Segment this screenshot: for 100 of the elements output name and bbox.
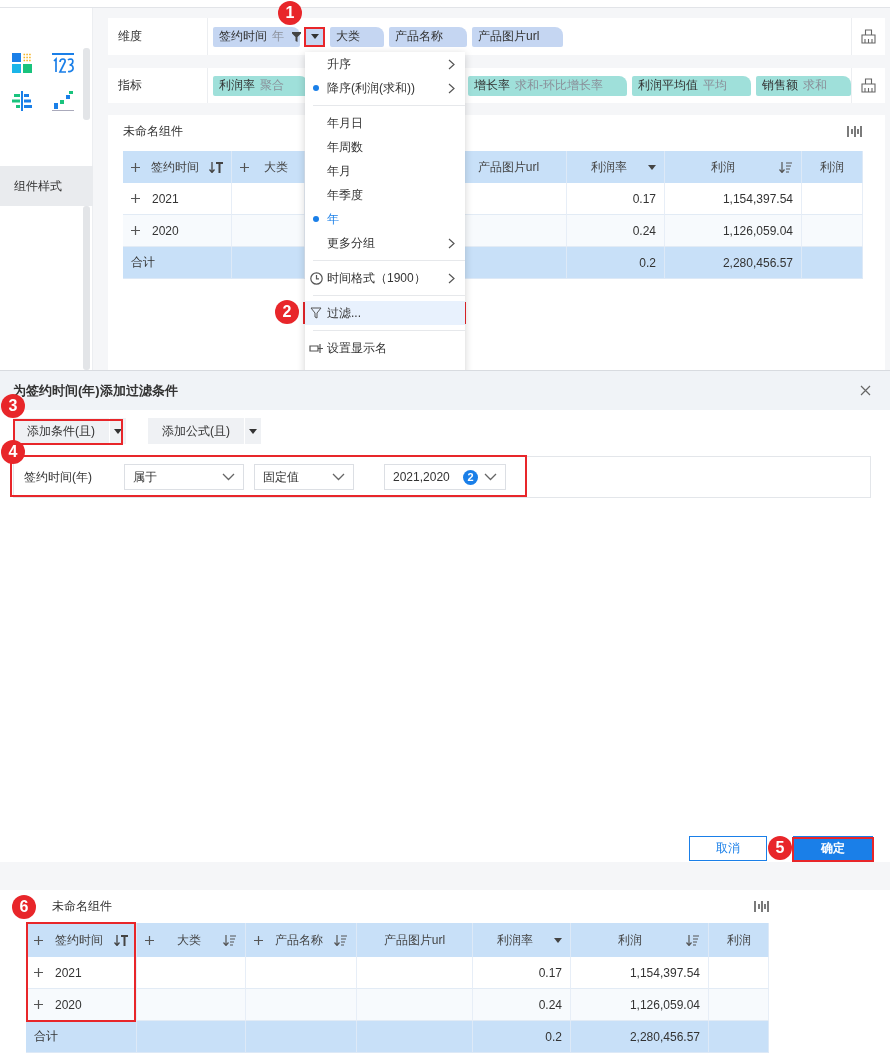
number-icon[interactable] <box>52 53 74 73</box>
cell-text: 0.2 <box>545 1029 562 1044</box>
menu-item[interactable]: 更多分组 <box>305 231 465 255</box>
chevron-right-icon <box>448 272 455 284</box>
chevron-down-icon <box>484 473 497 481</box>
cell-text: 0.24 <box>632 223 656 238</box>
filter-icon <box>310 307 322 319</box>
sort-filter-icon[interactable] <box>114 934 128 946</box>
caret-icon <box>114 428 122 434</box>
cell-text: 2,280,456.57 <box>629 1029 700 1044</box>
layout-icon[interactable] <box>861 29 876 44</box>
chevron-down-icon <box>222 473 235 481</box>
cell-text: 1,126,059.04 <box>629 997 700 1012</box>
scrollbar[interactable] <box>83 206 90 370</box>
column-header[interactable]: 利润 <box>802 151 863 183</box>
plus-icon[interactable] <box>131 226 140 235</box>
widget-title: 未命名组件 <box>123 122 183 140</box>
column-header[interactable]: 签约时间 <box>123 151 232 183</box>
plus-icon[interactable] <box>34 935 43 945</box>
highlight-frame <box>304 27 325 47</box>
plus-icon[interactable] <box>34 968 43 977</box>
column-header[interactable]: 利润 <box>665 151 802 183</box>
value-select[interactable]: 2021,2020 2 <box>384 464 506 490</box>
chevron-down-icon <box>332 473 345 481</box>
column-header[interactable]: 产品名称 <box>246 923 357 957</box>
sort-icon[interactable] <box>223 934 237 946</box>
cell-text: 2,280,456.57 <box>722 255 793 270</box>
cell-text: 1,126,059.04 <box>722 223 793 238</box>
cell-text: 1,154,397.54 <box>629 965 700 980</box>
column-header[interactable]: 利润 <box>709 923 769 957</box>
sort-icon[interactable] <box>779 161 793 173</box>
cell-text: 2021 <box>152 191 179 206</box>
cell-text: 2021 <box>55 965 82 980</box>
widget-title: 未命名组件 <box>52 898 112 915</box>
plus-icon[interactable] <box>145 935 154 945</box>
caret-icon <box>249 428 257 434</box>
side-tab[interactable]: 组件样式 <box>0 166 93 206</box>
field-chip[interactable]: 销售额 求和 <box>756 75 851 96</box>
column-header[interactable]: 大类 <box>232 151 305 183</box>
column-header[interactable]: 利润 <box>571 923 709 957</box>
layout-icon[interactable] <box>861 78 876 93</box>
plus-icon[interactable] <box>131 162 140 172</box>
field-chip[interactable]: 产品图片url <box>472 26 564 47</box>
cell-text: 0.2 <box>639 255 656 270</box>
field-label: 签约时间(年) <box>24 468 93 486</box>
cell-text: 0.17 <box>632 191 656 206</box>
column-header[interactable]: 利润率 <box>473 923 571 957</box>
menu-item[interactable]: 年月日 <box>305 111 465 135</box>
plus-icon[interactable] <box>131 194 140 203</box>
cell-text: 0.24 <box>538 997 562 1012</box>
clock-icon <box>309 271 323 285</box>
sort-icon[interactable] <box>334 934 348 946</box>
sort-filter-icon[interactable] <box>209 161 223 173</box>
tiles-icon[interactable] <box>12 53 32 73</box>
bar-label: 指标 <box>108 68 208 103</box>
close-icon[interactable] <box>860 385 871 396</box>
bars-icon[interactable] <box>754 901 769 912</box>
plus-icon[interactable] <box>34 1000 43 1009</box>
total-label: 合计 <box>34 1028 58 1045</box>
chevron-right-icon <box>448 58 455 70</box>
menu-item[interactable]: 降序(利润(求和)) <box>305 76 465 100</box>
sort-icon[interactable] <box>686 934 700 946</box>
menu-item[interactable]: 升序 <box>305 52 465 76</box>
field-chip[interactable]: 利润平均值 平均 <box>632 75 751 96</box>
chevron-right-icon <box>448 237 455 249</box>
filter-icon <box>292 31 301 42</box>
count-badge: 2 <box>463 469 478 485</box>
bars-icon[interactable] <box>847 125 862 137</box>
menu-item[interactable]: 时间格式（1900） <box>305 266 465 290</box>
bar-chart-icon[interactable] <box>12 91 32 111</box>
split-button[interactable]: 添加公式(且) <box>148 418 261 444</box>
column-header[interactable]: 利润率 <box>567 151 665 183</box>
bar-label: 维度 <box>108 18 208 55</box>
plus-icon[interactable] <box>240 162 249 172</box>
scatter-icon[interactable] <box>52 91 74 111</box>
operator-select[interactable]: 属于 <box>124 464 244 490</box>
caret-icon <box>648 164 656 170</box>
cell-text: 1,154,397.54 <box>722 191 793 206</box>
cell-text: 2020 <box>55 997 82 1012</box>
menu-item[interactable]: 设置显示名 <box>305 336 465 360</box>
field-chip[interactable]: 利润率 聚合 <box>213 75 308 96</box>
field-chip[interactable]: 增长率 求和-环比增长率 <box>468 75 627 96</box>
cell-text: 0.17 <box>538 965 562 980</box>
caret-icon <box>311 34 319 39</box>
cancel-button[interactable]: 取消 <box>689 836 767 861</box>
column-header[interactable]: 大类 <box>137 923 246 957</box>
scrollbar[interactable] <box>83 48 90 120</box>
mode-select[interactable]: 固定值 <box>254 464 354 490</box>
column-header[interactable]: 签约时间 <box>26 923 137 957</box>
field-chip[interactable]: 大类 <box>330 26 384 47</box>
caret-icon <box>554 937 562 943</box>
menu-item[interactable]: 过滤... <box>305 301 465 325</box>
column-header[interactable]: 产品图片url <box>357 923 473 957</box>
field-chip[interactable]: 产品名称 <box>389 26 467 47</box>
field-chip[interactable]: 签约时间 年 <box>213 26 300 47</box>
menu-item[interactable]: 年 <box>305 207 465 231</box>
label-icon <box>308 342 324 354</box>
chevron-right-icon <box>448 82 455 94</box>
menu-item[interactable]: 年季度 <box>305 183 465 207</box>
plus-icon[interactable] <box>254 935 263 945</box>
